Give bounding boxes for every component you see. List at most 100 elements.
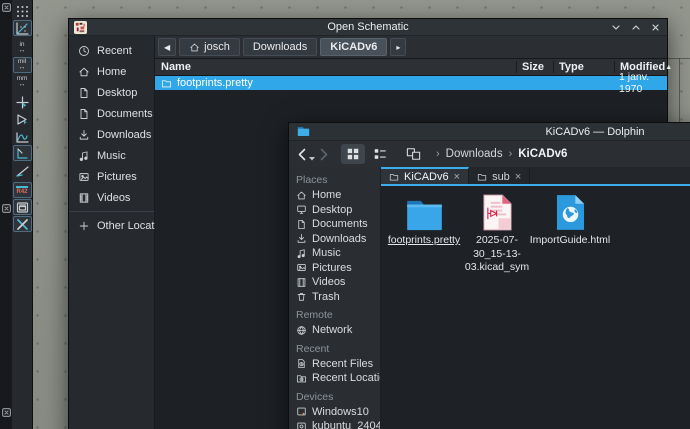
unit-inches-button[interactable]: in ↔ <box>13 40 32 56</box>
sidebar-item-music[interactable]: Music <box>69 145 154 166</box>
close-panel-icon[interactable] <box>2 204 11 213</box>
sidebar-item-downloads[interactable]: Downloads <box>69 124 154 145</box>
places-item-label: Network <box>312 324 352 336</box>
sidebar-item-documents[interactable]: Documents <box>69 103 154 124</box>
places-item-label: Videos <box>312 276 345 288</box>
sidebar-item-recent[interactable]: Recent <box>69 40 154 61</box>
film-icon <box>296 277 307 288</box>
breadcrumb-downloads[interactable]: Downloads <box>446 148 503 160</box>
places-item-kubuntu-2404[interactable]: kubuntu_2404 <box>289 419 380 429</box>
places-item-home[interactable]: Home <box>289 188 380 203</box>
file-label: 2025-07-30_15-13-03.kicad_sym <box>463 234 531 275</box>
sidebar-item-label: Desktop <box>97 87 137 99</box>
back-button[interactable] <box>296 148 315 161</box>
close-tab-icon[interactable]: × <box>454 171 460 183</box>
folder-icon <box>477 172 487 182</box>
places-item-downloads[interactable]: Downloads <box>289 232 380 247</box>
maximize-icon[interactable] <box>631 23 641 32</box>
places-item-recent-locations[interactable]: Recent Locations <box>289 371 380 386</box>
breadcrumb-home[interactable]: josch <box>179 38 240 56</box>
places-item-videos[interactable]: Videos <box>289 275 380 290</box>
sidebar-item-desktop[interactable]: Desktop <box>69 82 154 103</box>
places-item-trash[interactable]: Trash <box>289 290 380 305</box>
icons-view-button[interactable] <box>341 144 365 164</box>
forward-button[interactable] <box>318 148 330 161</box>
grid-axes-icon[interactable] <box>13 20 32 36</box>
places-item-label: kubuntu_2404 <box>312 420 381 429</box>
properties-panel-icon[interactable] <box>13 199 32 215</box>
page-icon <box>296 219 307 230</box>
ortho-lines-icon[interactable] <box>13 145 32 161</box>
breadcrumb-expander-button[interactable]: ▸ <box>390 38 406 56</box>
dolphin-toolbar: › Downloads › KiCADv6 <box>289 141 690 167</box>
file-item-importguide-html[interactable]: ImportGuide.html <box>536 193 604 248</box>
places-item-pictures[interactable]: Pictures <box>289 261 380 276</box>
details-view-button[interactable] <box>368 144 392 164</box>
dolphin-title: KiCADv6 — Dolphin <box>289 126 690 138</box>
places-item-label: Pictures <box>312 262 352 274</box>
section-header-recent: Recent <box>289 338 380 357</box>
close-panel-icon[interactable] <box>2 3 11 12</box>
places-item-music[interactable]: Music <box>289 246 380 261</box>
unit-millimeters-button[interactable]: mm ↔ <box>13 74 32 90</box>
breadcrumb-downloads[interactable]: Downloads <box>243 38 317 56</box>
places-item-recent-files[interactable]: Recent Files <box>289 357 380 372</box>
grid-dots-icon[interactable] <box>13 3 32 19</box>
places-item-desktop[interactable]: Desktop <box>289 203 380 218</box>
close-icon[interactable] <box>651 23 660 32</box>
page-icon <box>78 108 90 120</box>
sidebar-item-home[interactable]: Home <box>69 61 154 82</box>
breadcrumb-label: Downloads <box>253 41 307 53</box>
close-tab-icon[interactable]: × <box>515 171 521 183</box>
breadcrumb-kicadv6[interactable]: KiCADv6 <box>518 148 567 160</box>
chevron-right-icon: ▸ <box>396 43 400 52</box>
double-arrow-icon: ↔ <box>19 64 26 71</box>
tab-sub[interactable]: sub × <box>469 167 530 184</box>
chevron-separator: › <box>436 148 440 160</box>
dolphin-breadcrumb: › Downloads › KiCADv6 <box>436 148 567 160</box>
file-item-kicad-sym[interactable]: 2025-07-30_15-13-03.kicad_sym <box>463 193 531 275</box>
split-view-button[interactable] <box>401 144 425 164</box>
places-item-label: Downloads <box>312 233 366 245</box>
hidden-fields-icon[interactable]: R42 <box>13 182 32 198</box>
column-header-type[interactable]: Type <box>553 61 614 73</box>
places-item-documents[interactable]: Documents <box>289 217 380 232</box>
any-angle-lines-icon[interactable] <box>13 162 32 178</box>
dolphin-titlebar[interactable]: KiCADv6 — Dolphin <box>289 123 690 141</box>
minimize-icon[interactable] <box>611 23 621 32</box>
windows-drive-icon <box>296 406 307 417</box>
breadcrumb-label: KiCADv6 <box>330 41 377 53</box>
file-row-selected[interactable]: footprints.pretty 1 janv. 1970 <box>155 76 667 90</box>
tab-kicadv6[interactable]: KiCADv6 × <box>381 167 469 184</box>
places-item-network[interactable]: Network <box>289 323 380 338</box>
dialog-titlebar[interactable]: Open Schematic <box>69 19 667 36</box>
trash-icon <box>296 291 307 302</box>
kicad-edge-strip <box>0 0 12 429</box>
window-controls <box>611 23 660 32</box>
places-item-windows10[interactable]: Windows10 <box>289 405 380 420</box>
close-panel-icon[interactable] <box>2 408 11 417</box>
file-list-header: Name Size Type Modified ▲ <box>155 59 667 76</box>
file-item-footprints-pretty[interactable]: footprints.pretty <box>390 193 458 248</box>
dolphin-file-view[interactable]: footprints.pretty 2025-07-30_15-13-03.ki… <box>381 184 690 429</box>
sidebar-item-videos[interactable]: Videos <box>69 187 154 208</box>
tools-icon[interactable] <box>13 216 32 232</box>
back-button[interactable]: ◀ <box>158 38 176 56</box>
crosshair-cursor-icon[interactable] <box>13 94 32 110</box>
section-header-places: Places <box>289 169 380 188</box>
breadcrumb-kicadv6[interactable]: KiCADv6 <box>320 38 387 56</box>
column-header-size[interactable]: Size <box>516 61 553 73</box>
unit-mils-button[interactable]: mil ↔ <box>13 57 32 73</box>
sidebar-item-pictures[interactable]: Pictures <box>69 166 154 187</box>
history-dropdown-icon[interactable] <box>309 157 315 161</box>
signal-line-icon[interactable] <box>13 128 32 144</box>
hierarchy-sheet-icon[interactable] <box>13 111 32 127</box>
sidebar-item-label: Recent <box>97 45 132 57</box>
breadcrumb-label: josch <box>204 41 230 53</box>
sidebar-item-other-locations[interactable]: Other Locations <box>69 215 154 236</box>
double-arrow-icon: ↔ <box>19 81 26 88</box>
home-icon <box>296 190 307 201</box>
column-header-name[interactable]: Name <box>155 61 516 73</box>
sidebar-item-label: Music <box>97 150 126 162</box>
home-icon <box>189 42 200 53</box>
